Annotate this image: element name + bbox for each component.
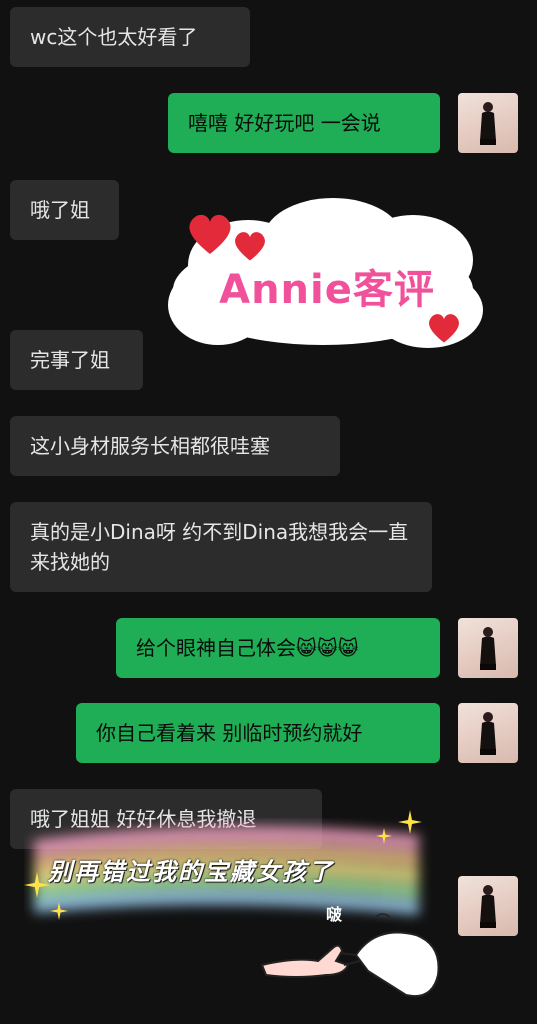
avatar-figure-icon bbox=[480, 712, 496, 755]
message-bubble-incoming[interactable]: wc这个也太好看了 bbox=[10, 7, 250, 67]
message-bubble-outgoing[interactable]: 给个眼神自己体会😸😸😸 bbox=[116, 618, 440, 678]
hand-kiss-sticker: 啵 bbox=[256, 895, 446, 1005]
heart-icon bbox=[189, 214, 231, 254]
message-bubble-incoming[interactable]: 真的是小Dina呀 约不到Dina我想我会一直来找她的 bbox=[10, 502, 432, 592]
sparkle-icon bbox=[24, 872, 50, 898]
rainbow-label: 别再错过我的宝藏女孩了 bbox=[48, 858, 334, 886]
contact-avatar-icon[interactable] bbox=[458, 703, 518, 763]
message-text: 这小身材服务长相都很哇塞 bbox=[30, 434, 270, 458]
hand-sticker-text: 啵 bbox=[326, 905, 343, 924]
heart-icon bbox=[235, 232, 265, 261]
message-text: 嘻嘻 好好玩吧 一会说 bbox=[188, 111, 381, 135]
message-bubble-incoming[interactable]: 这小身材服务长相都很哇塞 bbox=[10, 416, 340, 476]
heart-icon bbox=[429, 314, 459, 343]
sparkle-icon bbox=[50, 902, 68, 920]
contact-avatar-icon[interactable] bbox=[458, 876, 518, 936]
avatar-figure-icon bbox=[480, 885, 496, 928]
message-bubble-outgoing[interactable]: 嘻嘻 好好玩吧 一会说 bbox=[168, 93, 440, 153]
hands-shape bbox=[260, 913, 440, 997]
avatar-figure-icon bbox=[480, 102, 496, 145]
message-bubble-incoming[interactable]: 完事了姐 bbox=[10, 330, 143, 390]
message-text: wc这个也太好看了 bbox=[30, 25, 198, 49]
message-bubble-outgoing[interactable]: 你自己看着来 别临时预约就好 bbox=[76, 703, 440, 763]
cloud-label: Annie客评 bbox=[219, 267, 435, 313]
avatar-figure-icon bbox=[480, 627, 496, 670]
message-text: 完事了姐 bbox=[30, 348, 110, 372]
message-bubble-incoming[interactable]: 哦了姐 bbox=[10, 180, 119, 240]
message-text: 你自己看着来 别临时预约就好 bbox=[96, 721, 363, 745]
sparkle-icon bbox=[398, 810, 422, 834]
message-text: 真的是小Dina呀 约不到Dina我想我会一直来找她的 bbox=[30, 520, 409, 574]
message-text: 哦了姐 bbox=[30, 198, 90, 222]
contact-avatar-icon[interactable] bbox=[458, 93, 518, 153]
sparkle-icon bbox=[376, 828, 392, 844]
contact-avatar-icon[interactable] bbox=[458, 618, 518, 678]
message-text: 给个眼神自己体会😸😸😸 bbox=[136, 636, 359, 660]
